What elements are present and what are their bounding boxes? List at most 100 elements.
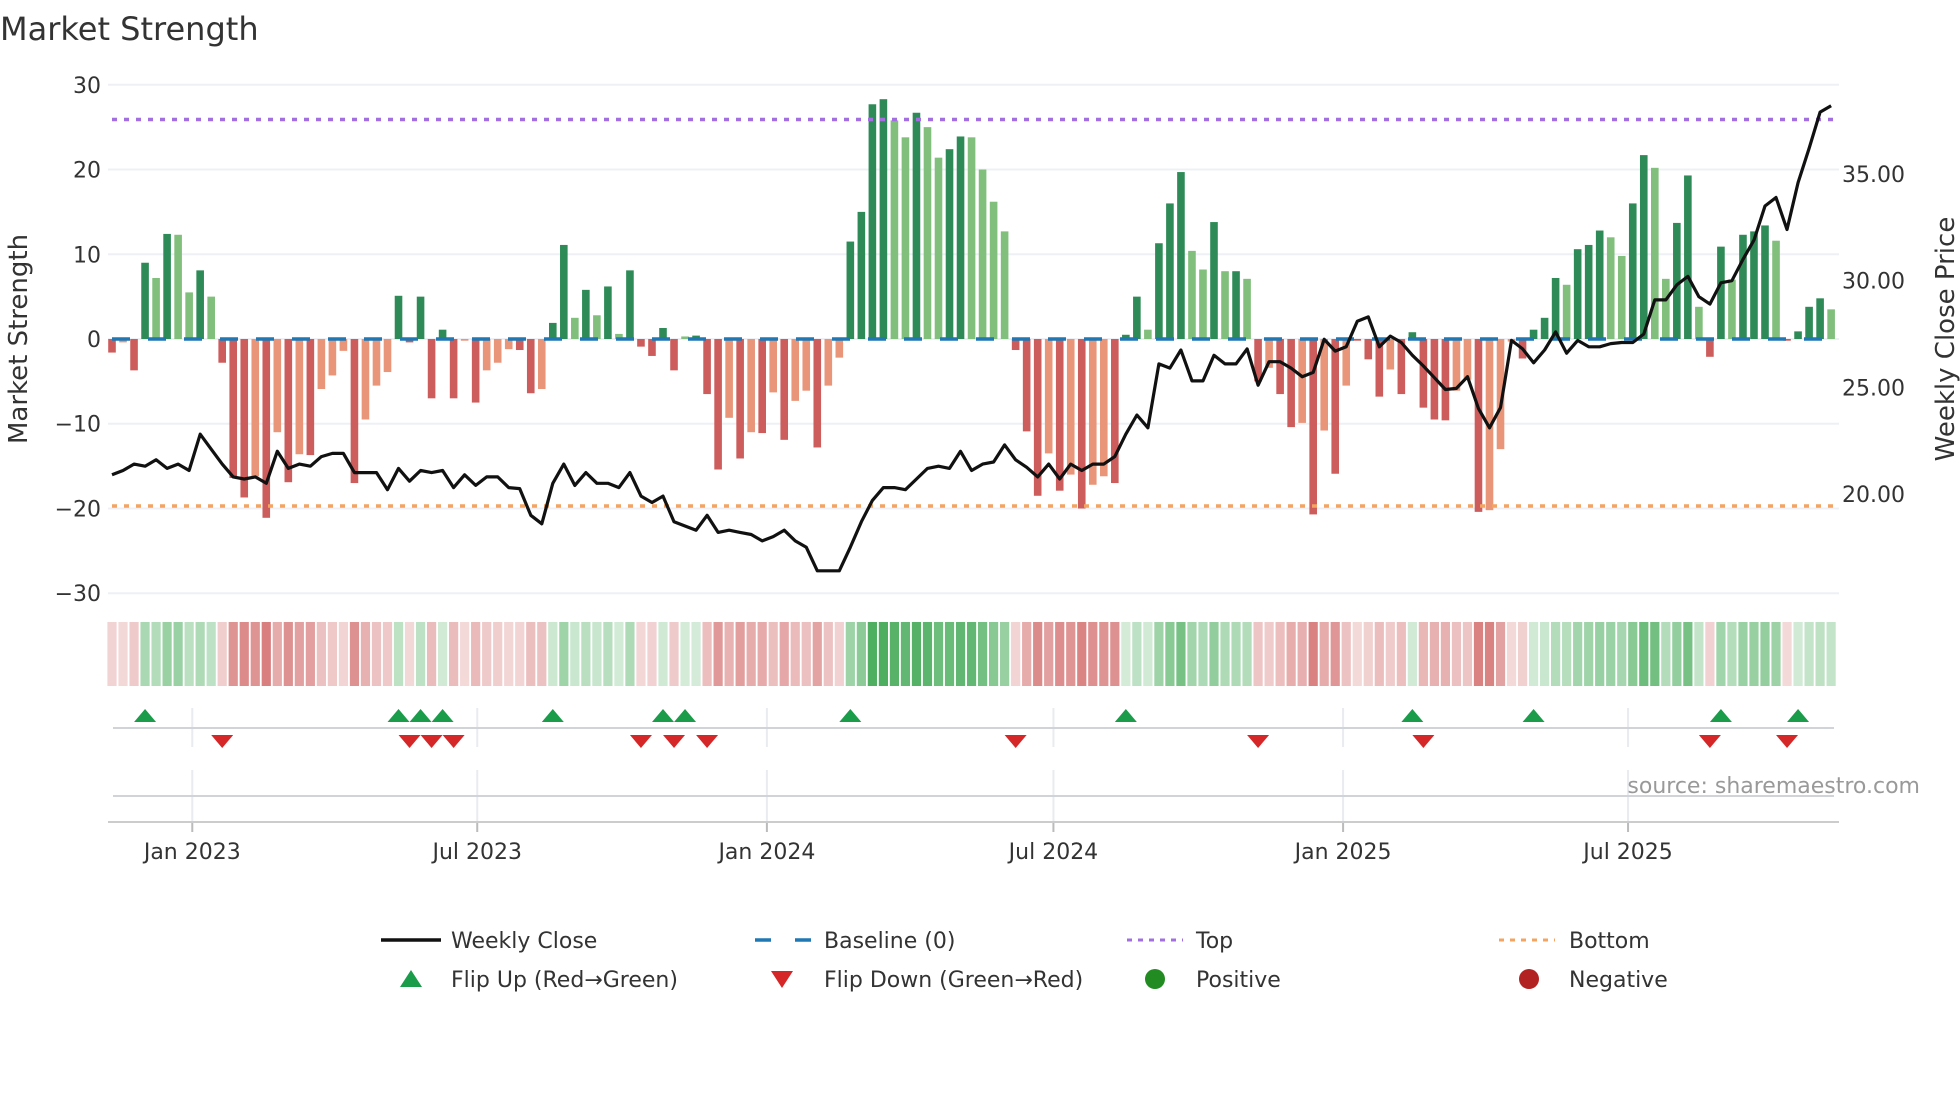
legend-item-flip-up[interactable]: Flip Up (Red→Green) — [400, 968, 678, 993]
flip-down-marker — [1247, 735, 1270, 748]
strength-bar — [1364, 339, 1373, 360]
heatmap-cell — [438, 622, 448, 686]
strength-bar — [1111, 339, 1119, 484]
heatmap-cell — [614, 622, 624, 686]
heatmap-cell — [658, 622, 668, 686]
flip-down-marker — [629, 735, 652, 748]
legend-label: Weekly Close — [451, 929, 597, 954]
legend-item-bottom[interactable]: Bottom — [1499, 929, 1650, 954]
flip-down-marker — [1698, 735, 1721, 748]
heatmap-cell — [691, 622, 701, 686]
heatmap-cell — [1727, 622, 1737, 686]
left-axis-title: Market Strength — [4, 234, 34, 444]
legend-label: Flip Down (Green→Red) — [824, 968, 1083, 993]
heatmap-cell — [966, 622, 977, 686]
strength-bar — [1717, 246, 1725, 339]
strength-bar — [1419, 339, 1428, 408]
strength-bar — [835, 339, 844, 358]
heatmap-cell — [228, 622, 238, 686]
heatmap-cell — [1551, 622, 1561, 686]
heatmap-cell — [1033, 622, 1043, 686]
legend-item-negative[interactable]: Negative — [1519, 968, 1668, 993]
strength-bar — [791, 339, 800, 401]
heatmap-cell — [636, 622, 646, 686]
heatmap-cell — [1121, 622, 1131, 686]
strength-bar — [361, 339, 370, 420]
legend-item-positive[interactable]: Positive — [1145, 968, 1281, 993]
strength-bar — [372, 339, 381, 386]
heatmap-cell — [107, 622, 117, 686]
strength-bar — [229, 339, 238, 478]
heatmap-cell — [283, 622, 293, 686]
heatmap-cell — [603, 622, 613, 686]
strength-bar — [1739, 234, 1747, 339]
heatmap-cell — [250, 622, 260, 686]
strength-bar — [967, 137, 976, 339]
strength-bar — [868, 104, 877, 340]
strength-bar — [1551, 277, 1560, 339]
flip-up-marker — [652, 709, 674, 722]
strength-bar — [1199, 269, 1207, 339]
heatmap-cell — [482, 622, 492, 686]
strength-bar — [141, 262, 149, 339]
strength-bar — [1066, 339, 1075, 475]
heatmap-cell — [1782, 622, 1792, 686]
strength-bar — [582, 289, 590, 339]
left-axis-ticks: 30 20 10 0 −10 −20 −30 — [55, 74, 101, 607]
heatmap-cell — [1022, 622, 1032, 686]
heatmap-cell — [1396, 622, 1406, 686]
flip-up-marker — [134, 709, 157, 722]
heatmap-cell — [382, 622, 393, 686]
heatmap-cell — [195, 622, 205, 686]
legend-item-flip-down[interactable]: Flip Down (Green→Red) — [771, 968, 1083, 993]
heatmap-cell — [426, 622, 437, 686]
heatmap-cell — [1330, 622, 1340, 686]
heatmap-cell — [151, 622, 161, 686]
legend-item-weekly-close[interactable]: Weekly Close — [381, 929, 597, 954]
strength-bar — [339, 339, 348, 351]
strength-bar — [560, 244, 568, 339]
heatmap-cell — [889, 622, 900, 686]
strength-bar — [1474, 339, 1483, 512]
heatmap-cell — [911, 622, 922, 686]
legend-item-top[interactable]: Top — [1127, 929, 1233, 954]
y-tick-label: −10 — [55, 413, 101, 438]
strength-bar — [218, 339, 226, 363]
legend-item-baseline[interactable]: Baseline (0) — [755, 929, 955, 954]
strength-bar — [196, 270, 204, 339]
strength-bar — [549, 322, 557, 339]
heatmap-cell — [1451, 622, 1462, 686]
strength-bar — [725, 339, 733, 418]
heatmap-cell — [1760, 622, 1770, 686]
strength-bar — [714, 339, 722, 470]
heatmap-cell — [735, 622, 745, 686]
heatmap-cell — [1110, 622, 1120, 686]
heatmap-cell — [1297, 622, 1307, 686]
heatmap-cell — [1264, 622, 1274, 686]
legend: Weekly Close Baseline (0) Top Bottom Flip Up… — [381, 929, 1668, 993]
heatmap-cell — [570, 622, 580, 686]
heatmap-cell — [1661, 622, 1671, 686]
strength-bar — [1386, 339, 1395, 370]
heatmap-cell — [867, 622, 877, 686]
strength-bar — [1441, 339, 1450, 421]
strength-bar — [648, 339, 656, 356]
heatmap-cell — [1793, 622, 1803, 686]
strength-bar — [1827, 309, 1835, 339]
heatmap-cell — [1154, 622, 1164, 686]
strength-bar — [758, 339, 766, 434]
flip-up-marker — [1114, 709, 1137, 722]
strength-bar — [1662, 278, 1670, 339]
heatmap-cell — [1462, 622, 1473, 686]
strength-bar — [956, 136, 965, 339]
strength-bar — [1055, 339, 1064, 491]
strength-bar — [1639, 155, 1648, 339]
strength-bar — [460, 339, 469, 341]
strength-bar — [857, 211, 866, 339]
strength-bar — [185, 292, 193, 339]
heatmap-cell — [206, 622, 216, 686]
strength-bar — [1022, 339, 1031, 432]
legend-label: Top — [1195, 929, 1233, 954]
heatmap-cell — [184, 622, 194, 686]
heatmap-cell — [493, 622, 503, 686]
